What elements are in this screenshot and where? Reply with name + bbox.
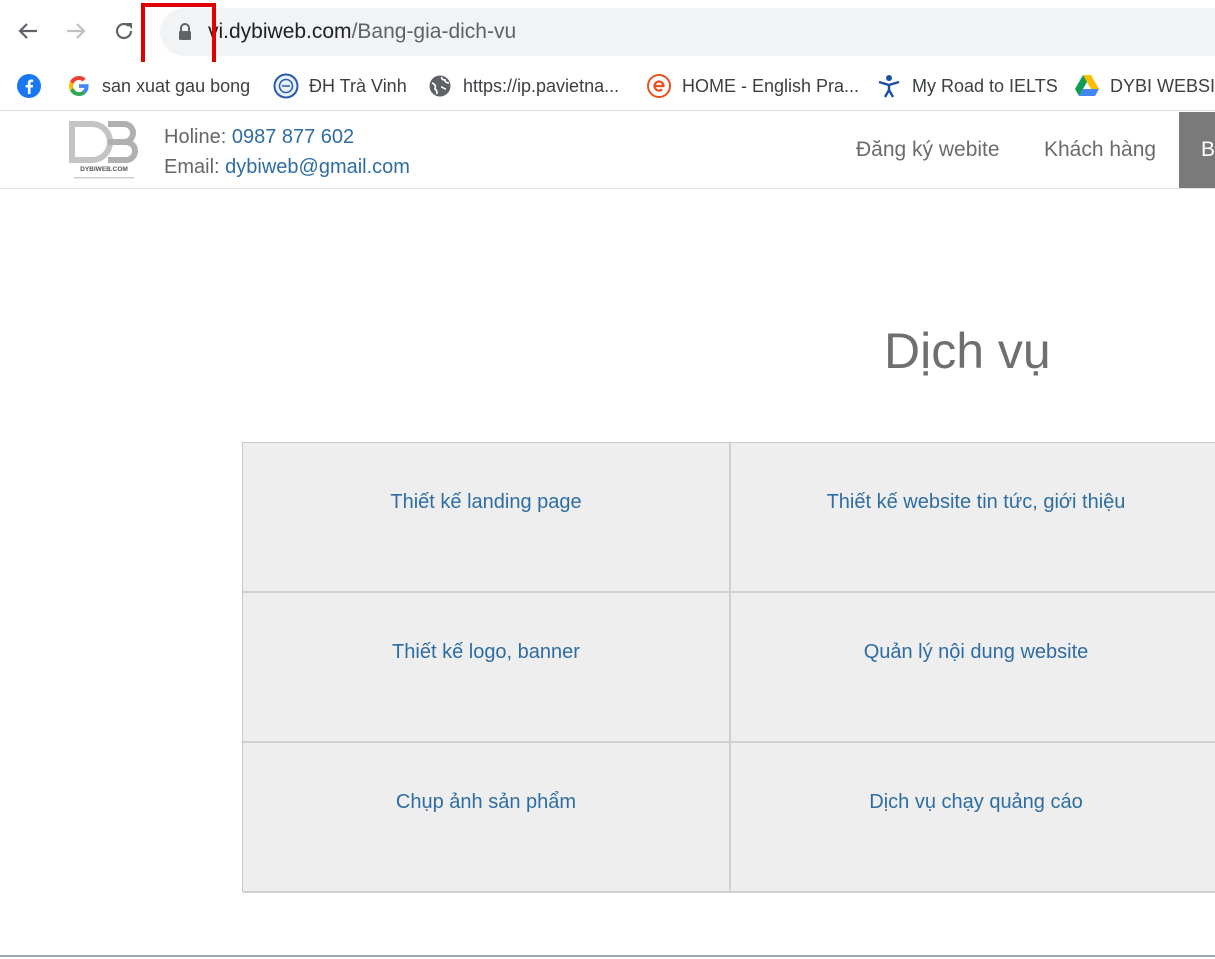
bookmark-facebook[interactable] (16, 71, 52, 101)
hotline-link[interactable]: 0987 877 602 (232, 126, 354, 148)
reload-icon (115, 22, 133, 40)
service-cell: Chụp ảnh sản phẩm (243, 743, 731, 893)
back-button[interactable] (11, 14, 45, 48)
forward-button[interactable] (59, 14, 93, 48)
service-link-landing-page[interactable]: Thiết kế landing page (390, 491, 581, 591)
site-header: DYBIWEB.COM Holine: 0987 877 602 Email: … (0, 112, 1215, 189)
google-icon (66, 73, 92, 99)
email-link[interactable]: dybiweb@gmail.com (225, 156, 410, 178)
service-link-content-management[interactable]: Quản lý nội dung website (864, 641, 1089, 741)
bookmark-label: https://ip.pavietna... (463, 75, 620, 96)
bookmark-label: HOME - English Pra... (682, 75, 860, 96)
hotline-label: Holine: (164, 126, 227, 148)
services-grid: Thiết kế landing page Thiết kế website t… (242, 442, 1215, 893)
drive-icon (1074, 73, 1100, 99)
bookmark-english-practice[interactable]: HOME - English Pra... (646, 71, 859, 101)
facebook-icon (16, 73, 42, 99)
menu-dang-ky-website[interactable]: Đăng ký webite (856, 138, 1000, 162)
back-arrow-icon (18, 23, 37, 39)
bookmark-google[interactable]: san xuat gau bong (66, 71, 250, 101)
dybiweb-logo-icon: DYBIWEB.COM (69, 121, 138, 179)
forward-arrow-icon (67, 23, 86, 39)
bookmarks-bar: san xuat gau bong ĐH Trà Vinh https://ip… (0, 62, 1215, 111)
bookmark-label: My Road to IELTS (912, 75, 1058, 96)
highlight-annotation-box (141, 3, 216, 69)
service-link-news-website[interactable]: Thiết kế website tin tức, giới thiệu (827, 491, 1126, 591)
bookmark-ip-pavietna[interactable]: https://ip.pavietna... (427, 71, 619, 101)
footer-divider (0, 955, 1215, 957)
e-icon (646, 73, 672, 99)
figure-icon (876, 73, 902, 99)
page-title: Dịch vụ (884, 323, 1051, 379)
globe-icon (427, 73, 453, 99)
url-host: vi.dybiweb.com (208, 20, 352, 43)
bookmark-label: ĐH Trà Vinh (309, 75, 407, 96)
service-cell: Quản lý nội dung website (731, 593, 1215, 743)
email-label: Email: (164, 156, 220, 178)
service-cell: Thiết kế landing page (243, 443, 731, 593)
reload-button[interactable] (107, 14, 141, 48)
bookmark-dybi-website[interactable]: DYBI WEBSIT (1074, 71, 1215, 101)
site-logo[interactable]: DYBIWEB.COM (68, 118, 140, 186)
tvu-icon (273, 73, 299, 99)
bookmark-dh-tra-vinh[interactable]: ĐH Trà Vinh (273, 71, 407, 101)
menu-khach-hang[interactable]: Khách hàng (1044, 138, 1156, 162)
bookmark-label: DYBI WEBSIT (1110, 75, 1215, 96)
service-link-logo-banner[interactable]: Thiết kế logo, banner (392, 641, 580, 741)
service-cell: Dịch vụ chạy quảng cáo (731, 743, 1215, 893)
bookmark-label: san xuat gau bong (102, 75, 251, 96)
service-cell: Thiết kế logo, banner (243, 593, 731, 743)
contact-info: Holine: 0987 877 602 Email: dybiweb@gmai… (164, 122, 410, 182)
menu-active-item[interactable]: B (1179, 112, 1215, 188)
bookmark-my-road-to-ielts[interactable]: My Road to IELTS (876, 71, 1058, 101)
url-text[interactable]: vi.dybiweb.com/Bang-gia-dich-vu (208, 19, 516, 45)
logo-text: DYBIWEB.COM (80, 166, 128, 173)
url-path: /Bang-gia-dich-vu (351, 20, 517, 43)
browser-toolbar: vi.dybiweb.com/Bang-gia-dich-vu (0, 0, 1215, 69)
service-link-product-photo[interactable]: Chụp ảnh sản phẩm (396, 791, 576, 891)
service-link-ads[interactable]: Dịch vụ chạy quảng cáo (869, 791, 1082, 891)
service-cell: Thiết kế website tin tức, giới thiệu (731, 443, 1215, 593)
